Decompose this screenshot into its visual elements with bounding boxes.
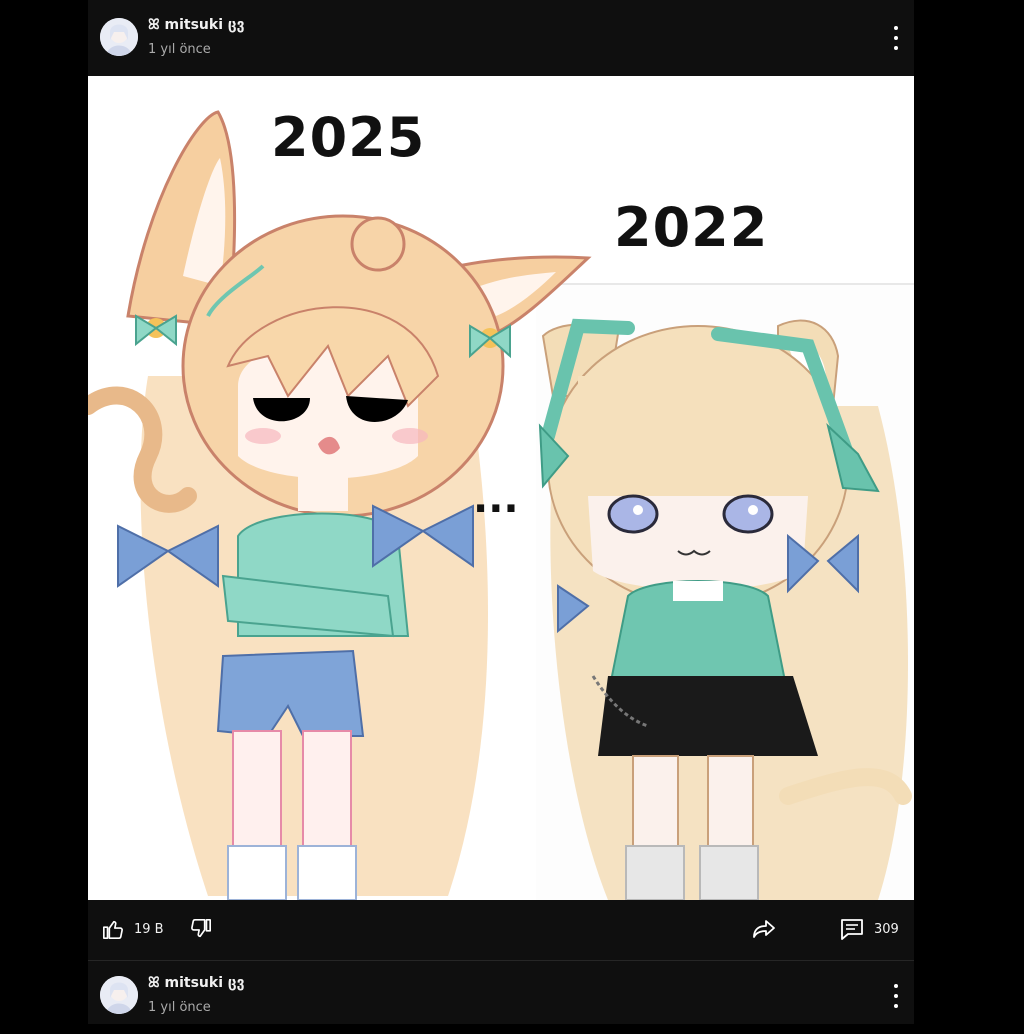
post-image[interactable]: 2025 2022 ... (88, 76, 914, 900)
menu-dots-icon[interactable] (886, 26, 906, 50)
dislike-icon (191, 919, 211, 938)
next-post-header: ꕤ mitsuki ცვ 1 yıl önce (88, 958, 914, 1034)
year-label-2022: 2022 (614, 196, 769, 259)
avatar[interactable] (100, 18, 138, 56)
post-header: ꕤ mitsuki ცვ 1 yıl önce (88, 0, 914, 76)
comment-button[interactable]: 309 (840, 918, 899, 940)
avatar[interactable] (100, 976, 138, 1014)
channel-name[interactable]: ꕤ mitsuki ცვ (148, 975, 245, 991)
channel-name[interactable]: ꕤ mitsuki ცვ (148, 17, 245, 33)
share-icon (753, 920, 775, 938)
like-button[interactable]: 19 B (102, 918, 164, 940)
post-action-bar: 19 B 309 (88, 900, 914, 960)
like-count: 19 B (134, 921, 164, 937)
menu-dots-icon[interactable] (886, 984, 906, 1008)
like-icon (103, 920, 123, 939)
ellipsis-text: ... (473, 476, 519, 522)
comment-count: 309 (874, 921, 899, 937)
share-button[interactable] (752, 918, 776, 940)
comment-icon (841, 919, 863, 940)
post-time: 1 yıl önce (148, 1000, 211, 1015)
year-label-2025: 2025 (271, 106, 426, 169)
feed-column: ꕤ mitsuki ცვ 1 yıl önce 2025 2022 ... 19… (88, 0, 914, 1024)
dislike-button[interactable] (190, 918, 212, 940)
post-time: 1 yıl önce (148, 42, 211, 57)
